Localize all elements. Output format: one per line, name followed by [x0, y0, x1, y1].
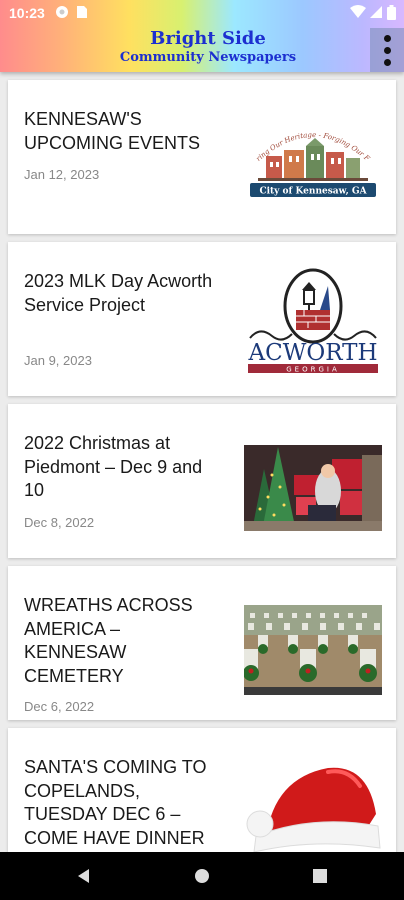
signal-icon	[370, 6, 382, 18]
status-time: 10:23	[9, 5, 45, 21]
article-date: Jan 9, 2023	[24, 353, 92, 368]
recents-icon[interactable]	[310, 866, 330, 886]
svg-text:ACWORTH: ACWORTH	[247, 340, 377, 366]
article-title: WREATHS ACROSS AMERICA – KENNESAW CEMETE…	[24, 595, 193, 686]
pocket-casts-icon	[56, 6, 68, 18]
article-date: Jan 12, 2023	[24, 167, 100, 182]
article-title: 2023 MLK Day Acworth Service Project	[24, 271, 213, 315]
wifi-icon	[350, 5, 366, 18]
article-title: 2022 Christmas at Piedmont – Dec 9 and 1…	[24, 433, 203, 500]
article-card[interactable]: 2022 Christmas at Piedmont – Dec 9 and 1…	[8, 404, 396, 558]
christmas-photo-thumbnail	[244, 445, 382, 531]
menu-dot-icon	[383, 34, 391, 42]
sim-card-icon	[77, 6, 87, 18]
app-subtitle: Community Newspapers	[119, 50, 297, 65]
article-card[interactable]: WREATHS ACROSS AMERICA – KENNESAW CEMETE…	[8, 566, 396, 720]
acworth-logo-thumbnail: ACWORTH GEORGIA	[244, 266, 382, 378]
article-date: Dec 8, 2022	[24, 515, 95, 530]
svg-text:GEORGIA: GEORGIA	[286, 366, 340, 374]
article-date: Dec 6, 2022	[24, 699, 95, 714]
menu-dot-icon	[383, 58, 391, 66]
article-card[interactable]: KENNESAW'S UPCOMING EVENTS Jan 12, 2023 …	[8, 80, 396, 234]
app-title: Bright Side	[150, 28, 266, 49]
system-nav-bar	[0, 852, 404, 900]
app-logo: Bright Side Community Newspapers	[100, 28, 316, 65]
battery-icon	[387, 5, 396, 20]
back-icon[interactable]	[74, 866, 94, 886]
svg-text:City of Kennesaw, GA: City of Kennesaw, GA	[259, 187, 367, 197]
home-icon[interactable]	[192, 866, 212, 886]
status-bar: 10:23	[0, 0, 404, 26]
kennesaw-logo-thumbnail: Honoring Our Heritage - Forging Our Futu…	[244, 120, 382, 202]
overflow-menu-button[interactable]	[370, 28, 404, 72]
article-title: KENNESAW'S UPCOMING EVENTS	[24, 109, 201, 153]
cemetery-photo-thumbnail	[244, 605, 382, 695]
santa-hat-thumbnail	[244, 756, 382, 852]
menu-dot-icon	[383, 46, 391, 54]
article-title: SANTA'S COMING TO COPELANDS, TUESDAY DEC…	[24, 757, 207, 848]
article-card[interactable]: 2023 MLK Day Acworth Service Project Jan…	[8, 242, 396, 396]
